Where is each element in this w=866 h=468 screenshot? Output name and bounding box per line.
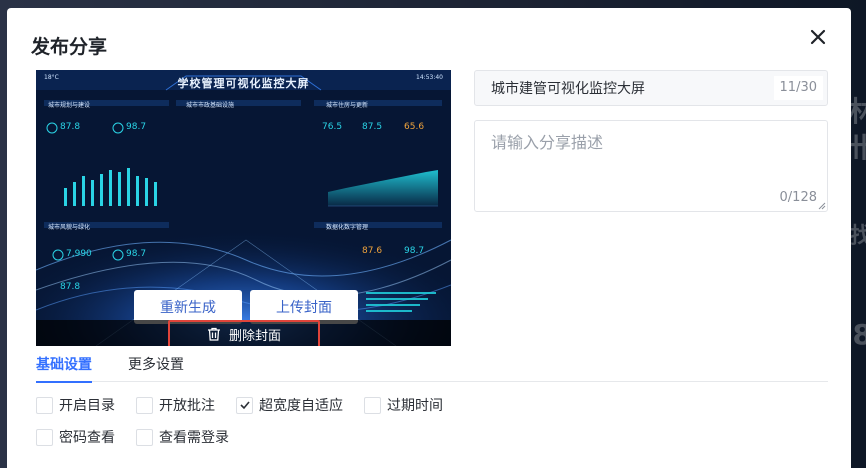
cover-stat: 87.8 — [60, 282, 81, 292]
resize-grip-icon[interactable] — [818, 202, 826, 210]
cover-panel-label: 城市规划与建设 — [48, 102, 91, 109]
description-char-count: 0/128 — [779, 190, 817, 205]
share-name-input[interactable] — [491, 71, 761, 105]
option-label: 过期时间 — [387, 398, 443, 414]
close-icon[interactable] — [807, 26, 829, 48]
trash-icon — [207, 327, 220, 341]
option-label: 查看需登录 — [159, 430, 229, 446]
cover-preview: 18°C 学校管理可视化监控大屏 14:53:40 城市规划与建设 城市市政基础… — [36, 70, 451, 346]
checkbox[interactable] — [36, 428, 53, 446]
check-icon — [239, 401, 250, 410]
cover-stat: 87.5 — [362, 122, 383, 132]
option-label: 开放批注 — [159, 398, 215, 414]
cover-stat: 65.6 — [404, 122, 425, 132]
share-description-field[interactable]: 0/128 — [474, 120, 828, 212]
share-description-input[interactable] — [491, 129, 811, 189]
dialog-title: 发布分享 — [31, 36, 108, 58]
tab-basic-settings[interactable]: 基础设置 — [36, 354, 92, 383]
settings-tabs: 基础设置 更多设置 — [36, 348, 828, 383]
name-char-count: 11/30 — [773, 76, 823, 100]
cover-time: 14:53:40 — [416, 74, 443, 81]
option-login-required[interactable]: 查看需登录 — [136, 427, 229, 447]
cover-dashboard-title: 学校管理可视化监控大屏 — [177, 77, 310, 90]
checkbox[interactable] — [36, 396, 53, 414]
option-open-comments[interactable]: 开放批注 — [136, 395, 215, 415]
option-expire-time[interactable]: 过期时间 — [364, 395, 443, 415]
cover-panel-label: 城市住房与更新 — [326, 102, 369, 109]
cover-stat: 98.7 — [126, 249, 147, 259]
share-name-field[interactable]: 11/30 — [474, 70, 828, 106]
regenerate-cover-button[interactable]: 重新生成 — [134, 290, 242, 324]
backdrop-text: 找 — [849, 224, 866, 249]
delete-cover-button[interactable]: 删除封面 — [168, 320, 320, 346]
cover-stat: 7,990 — [66, 249, 92, 259]
option-enable-toc[interactable]: 开启目录 — [36, 395, 115, 415]
option-label: 超宽度自适应 — [259, 398, 343, 414]
cover-stat: 76.5 — [322, 122, 343, 132]
dashboard-thumbnail — [36, 70, 451, 346]
cover-panel-label: 城市风貌与绿化 — [48, 224, 91, 231]
tab-more-settings[interactable]: 更多设置 — [128, 354, 184, 381]
option-label: 开启目录 — [59, 398, 115, 414]
delete-cover-label: 删除封面 — [228, 328, 281, 344]
option-password-view[interactable]: 密码查看 — [36, 427, 115, 447]
option-label: 密码查看 — [59, 430, 115, 446]
checkbox[interactable] — [364, 396, 381, 414]
option-width-adaptive[interactable]: 超宽度自适应 — [236, 395, 343, 415]
cover-stat: 98.7 — [126, 122, 147, 132]
cover-panel-label: 城市市政基础设施 — [186, 102, 235, 109]
checkbox-checked[interactable] — [236, 396, 253, 414]
cover-stat: 87.8 — [60, 122, 81, 132]
cover-stat: 98.7 — [404, 246, 425, 256]
cover-stat: 87.6 — [362, 246, 383, 256]
checkbox[interactable] — [136, 396, 153, 414]
backdrop-text: 8 — [852, 318, 866, 351]
checkbox[interactable] — [136, 428, 153, 446]
share-dialog: 发布分享 18°C 学校管理可视化监控大屏 14:53:40 城市规划与建设 城… — [7, 8, 851, 468]
cover-panel-label: 数据化数字管理 — [326, 224, 369, 231]
upload-cover-button[interactable]: 上传封面 — [250, 290, 358, 324]
